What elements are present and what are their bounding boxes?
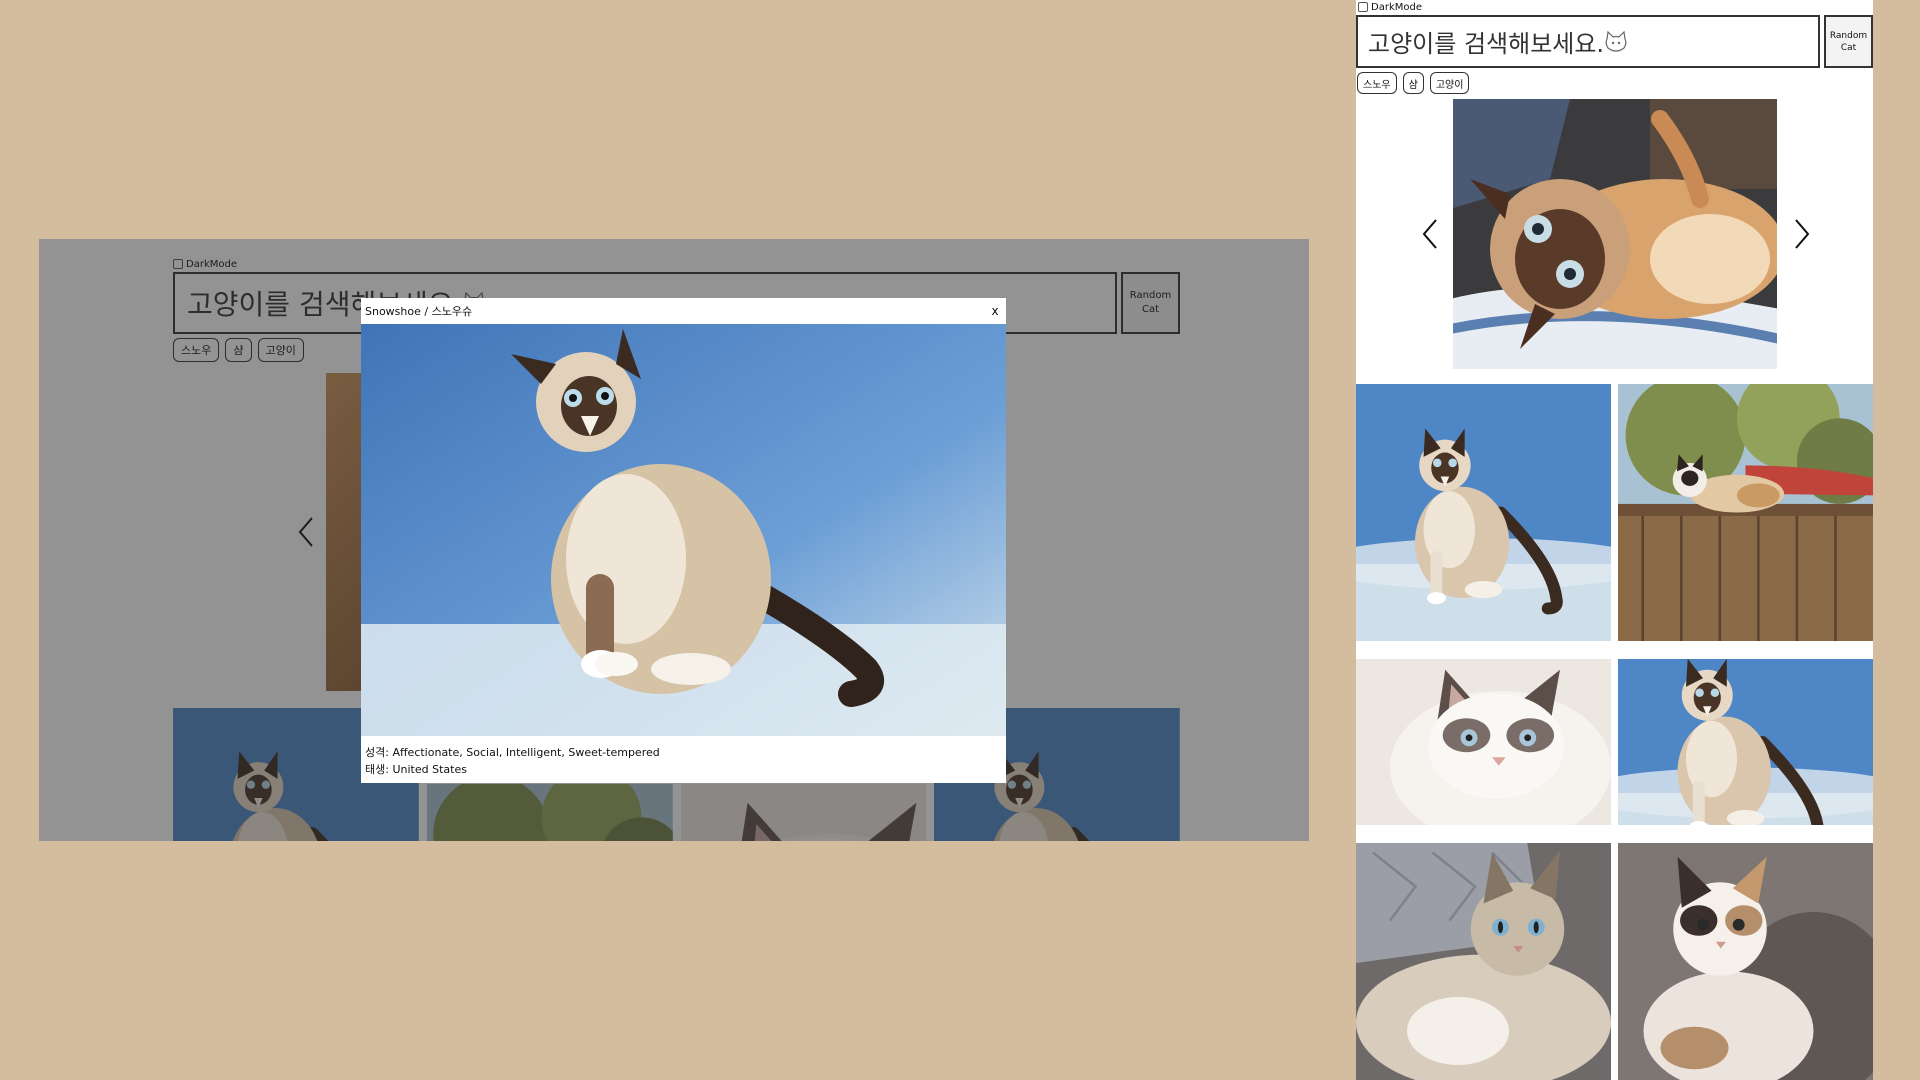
random-cat-label: Random — [1829, 30, 1868, 41]
cat-card[interactable] — [1356, 843, 1611, 1080]
temperament-row: 성격: Affectionate, Social, Intelligent, S… — [365, 746, 660, 759]
origin-label: 태생 — [365, 763, 386, 776]
cat-card[interactable] — [1356, 659, 1611, 825]
mobile-window: DarkMode 고양이를 검색해보세요. Random Cat 스노우 샴 고양… — [1356, 0, 1873, 1080]
modal-image — [361, 324, 1006, 736]
temperament-value: Affectionate, Social, Intelligent, Sweet… — [392, 746, 660, 759]
close-button[interactable]: x — [988, 304, 1002, 318]
recent-keywords: 스노우 샴 고양이 — [1356, 72, 1873, 94]
modal-title: Snowshoe / 스노우슈 — [365, 305, 473, 318]
cat-card[interactable] — [1356, 384, 1611, 641]
cat-card[interactable] — [1618, 384, 1873, 641]
modal-description: 성격: Affectionate, Social, Intelligent, S… — [361, 736, 1006, 786]
cat-detail-modal: Snowshoe / 스노우슈 x 성격: Affectionate, Soci… — [361, 298, 1006, 783]
cat-card[interactable] — [1618, 843, 1873, 1080]
origin-row: 태생: United States — [365, 763, 467, 776]
origin-value: United States — [392, 763, 467, 776]
random-cat-label-2: Cat — [1840, 42, 1857, 53]
carousel-image — [1453, 99, 1777, 369]
keyword-chip[interactable]: 스노우 — [1357, 72, 1397, 94]
darkmode-checkbox[interactable] — [1358, 2, 1368, 12]
temperament-label: 성격 — [365, 746, 386, 759]
darkmode-toggle[interactable]: DarkMode — [1356, 0, 1873, 14]
cat-card[interactable] — [1618, 659, 1873, 825]
search-row: 고양이를 검색해보세요. RandomCat — [1356, 15, 1873, 68]
chevron-left-icon[interactable] — [1416, 214, 1446, 254]
search-placeholder: 고양이를 검색해보세요. — [1368, 30, 1605, 58]
keyword-chip[interactable]: 고양이 — [1429, 72, 1470, 94]
cat-grid — [1356, 384, 1873, 1080]
darkmode-label: DarkMode — [1371, 1, 1422, 13]
chevron-right-icon[interactable] — [1786, 214, 1816, 254]
keyword-chip[interactable]: 샴 — [1402, 72, 1424, 94]
cat-face-icon — [1605, 30, 1627, 52]
modal-header: Snowshoe / 스노우슈 x — [361, 298, 1006, 324]
banner-carousel — [1416, 99, 1816, 369]
search-input[interactable]: 고양이를 검색해보세요. — [1356, 15, 1820, 68]
random-cat-button[interactable]: RandomCat — [1824, 15, 1873, 68]
